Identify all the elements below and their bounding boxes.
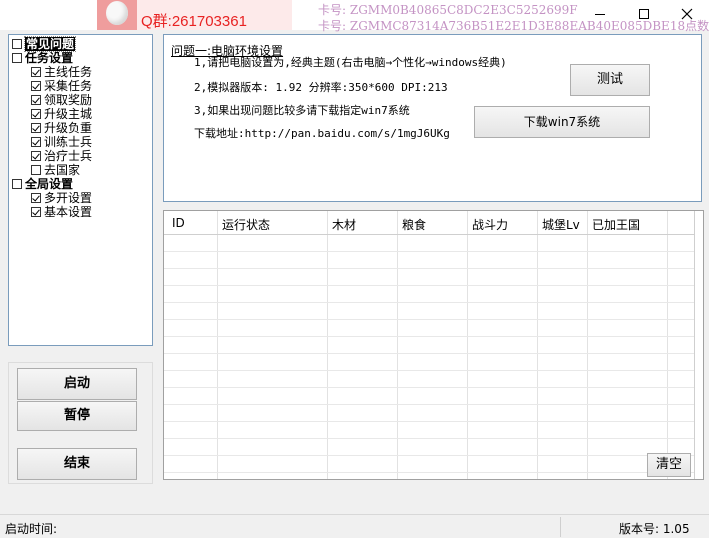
qq-group-text: Q群:261703361 [141, 13, 247, 30]
end-button[interactable]: 结束 [17, 448, 137, 480]
tree-item-label: 基本设置 [44, 205, 93, 219]
clear-button[interactable]: 清空 [647, 453, 691, 477]
tree-item-label: 去国家 [44, 163, 81, 177]
info-line-1: 1,请把电脑设置为,经典主题(右击电脑→个性化→windows经典) [194, 56, 507, 69]
title-bar: Q群:261703361 卡号: ZGMM0B40865C8DC2E3C5252… [0, 0, 709, 33]
maximize-icon [639, 9, 649, 19]
tree-item-label: 多开设置 [44, 191, 93, 205]
close-button[interactable] [665, 0, 709, 28]
tree-item-label: 采集任务 [44, 79, 93, 93]
version-label: 版本号: 1.05 [619, 522, 690, 536]
close-icon [681, 8, 693, 20]
minimize-icon [595, 14, 605, 15]
status-table[interactable]: ID 运行状态 木材 粮食 战斗力 城堡Lv 已加王国 [163, 210, 704, 480]
download-win7-button[interactable]: 下载win7系统 [474, 106, 650, 138]
tree-item-label: 全局设置 [25, 177, 74, 191]
settings-tree[interactable]: 常见问题 任务设置 主线任务 采集任务 领取奖励 升级主城 升级负重 训练士兵 … [8, 34, 153, 346]
tree-checkbox[interactable] [12, 179, 22, 189]
column-header-castle-lv[interactable]: 城堡Lv [542, 216, 580, 233]
tree-checkbox[interactable] [31, 109, 41, 119]
tree-checkbox[interactable] [31, 165, 41, 175]
tree-item-label: 主线任务 [44, 65, 93, 79]
tree-item-label: 常见问题 [23, 36, 77, 52]
tree-checkbox[interactable] [31, 81, 41, 91]
minimize-button[interactable] [578, 0, 622, 28]
tree-item-label: 升级主城 [44, 107, 93, 121]
tree-checkbox[interactable] [31, 193, 41, 203]
tree-item-label: 训练士兵 [44, 135, 93, 149]
status-bar: 启动时间: 版本号: 1.05 [0, 514, 709, 538]
column-header-wood[interactable]: 木材 [332, 216, 356, 233]
card-number-line-1: 卡号: ZGMM0B40865C8DC2E3C5252699F [318, 3, 578, 17]
column-header-food[interactable]: 粮食 [402, 216, 426, 233]
tree-checkbox[interactable] [31, 207, 41, 217]
info-line-3: 3,如果出现问题比较多请下载指定win7系统 [194, 104, 410, 117]
tree-checkbox[interactable] [12, 53, 22, 63]
info-line-2: 2,模拟器版本: 1.92 分辨率:350*600 DPI:213 [194, 81, 448, 94]
test-button[interactable]: 测试 [570, 64, 650, 96]
start-button[interactable]: 启动 [17, 368, 137, 400]
column-header-power[interactable]: 战斗力 [472, 216, 508, 233]
download-link[interactable]: 下载地址:http://pan.baidu.com/s/1mgJ6UKg [194, 125, 450, 141]
column-header-kingdom[interactable]: 已加王国 [592, 216, 640, 233]
tree-checkbox[interactable] [31, 137, 41, 147]
tree-item-label: 升级负重 [44, 121, 93, 135]
tree-item-label: 治疗士兵 [44, 149, 93, 163]
maximize-button[interactable] [622, 0, 666, 28]
tree-checkbox[interactable] [31, 95, 41, 105]
pause-button[interactable]: 暂停 [17, 401, 137, 431]
tree-checkbox[interactable] [31, 67, 41, 77]
tree-item-label: 领取奖励 [44, 93, 93, 107]
tree-item-label: 任务设置 [25, 51, 74, 65]
tree-checkbox[interactable] [12, 39, 22, 49]
column-header-id[interactable]: ID [172, 216, 185, 230]
start-time-label: 启动时间: [5, 522, 58, 536]
column-header-status[interactable]: 运行状态 [222, 216, 270, 233]
tree-checkbox[interactable] [31, 151, 41, 161]
app-logo-icon [97, 0, 137, 30]
tree-checkbox[interactable] [31, 123, 41, 133]
